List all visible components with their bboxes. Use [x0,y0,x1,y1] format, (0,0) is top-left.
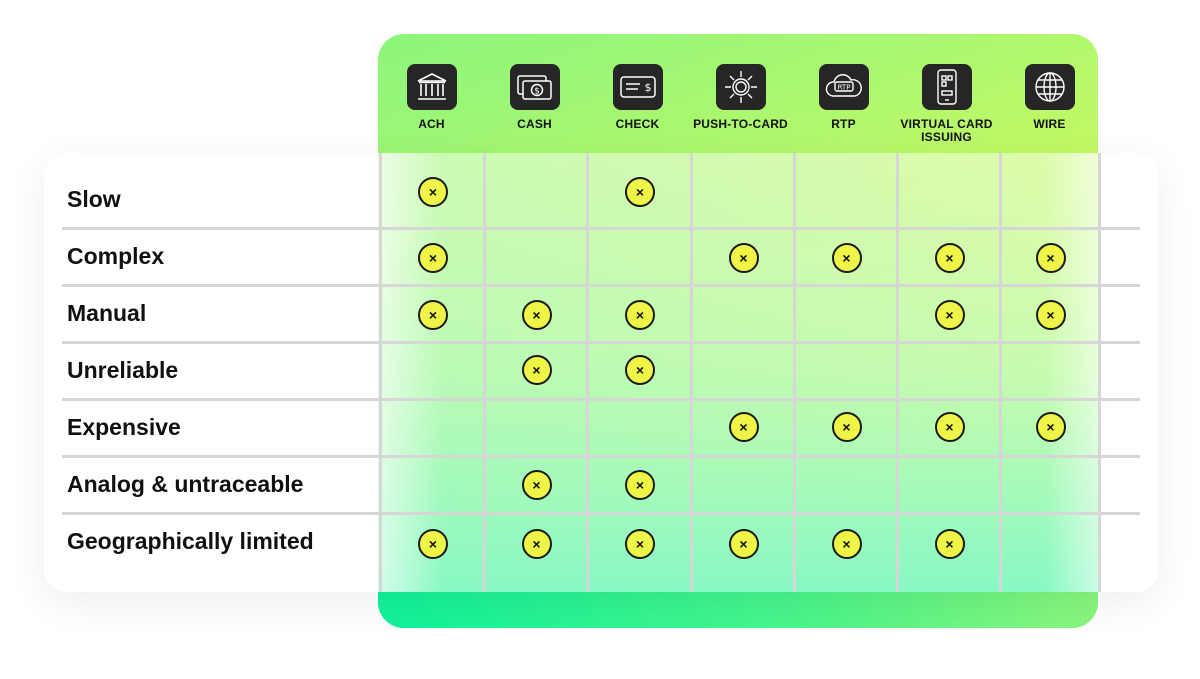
x-mark-icon: × [934,529,965,559]
row-label: Geographically limited [67,528,314,554]
check-icon: $ [612,64,663,110]
column-label: VIRTUAL CARD ISSUING [900,117,993,144]
column-divider [586,153,589,592]
x-mark-icon: × [728,243,759,273]
column-wire: WIRE [998,64,1101,131]
column-divider [690,153,693,592]
cash-icon: $ [509,64,560,110]
x-mark-icon: × [521,529,552,559]
column-divider [1098,153,1101,592]
x-mark-icon: × [831,243,862,273]
column-headers: ACH $ CASH $ CHECK PUSH-TO-CARD RTP RTP … [378,34,1098,153]
x-mark-icon: × [418,243,448,273]
row-label: Analog & untraceable [67,471,304,497]
column-divider [896,153,899,592]
x-mark-icon: × [625,529,655,559]
x-mark-icon: × [934,412,965,442]
column-ach: ACH [380,64,483,131]
comparison-table-card [44,153,1158,592]
row-divider [62,455,1140,458]
row-label: Complex [67,243,165,269]
x-mark-icon: × [831,412,862,442]
x-mark-icon: × [934,243,965,273]
column-label: CASH [517,117,552,131]
column-label: WIRE [1033,117,1066,131]
x-mark-icon: × [728,529,759,559]
x-mark-icon: × [521,355,552,385]
row-divider [62,398,1140,401]
row-label: Slow [67,186,121,212]
column-label: CHECK [615,117,660,131]
column-cash: $ CASH [483,64,586,131]
column-virtual-card-issuing: VIRTUAL CARD ISSUING [895,64,998,144]
column-label: ACH [418,117,445,131]
x-mark-icon: × [728,412,759,442]
x-mark-icon: × [934,300,965,330]
rtp-cloud-icon: RTP [818,64,869,110]
column-check: $ CHECK [586,64,689,131]
svg-text:$: $ [534,87,540,97]
row-divider [62,341,1140,344]
row-divider [62,512,1140,515]
row-label: Expensive [67,414,181,440]
x-mark-icon: × [418,529,448,559]
x-mark-icon: × [1035,300,1066,330]
x-mark-icon: × [625,300,655,330]
row-divider [62,284,1140,287]
virtual-card-phone-icon [921,64,972,110]
x-mark-icon: × [625,355,655,385]
x-mark-icon: × [831,529,862,559]
column-rtp: RTP RTP [792,64,895,131]
row-divider [62,227,1140,230]
svg-text:RTP: RTP [837,84,850,92]
column-push-to-card: PUSH-TO-CARD [689,64,792,131]
column-divider [793,153,796,592]
x-mark-icon: × [1035,243,1066,273]
x-mark-icon: × [418,177,448,207]
column-divider [999,153,1002,592]
row-label: Unreliable [67,357,179,383]
column-label: PUSH-TO-CARD [693,117,788,131]
x-mark-icon: × [521,470,552,500]
push-to-card-icon [715,64,766,110]
bank-icon [406,64,457,110]
x-mark-icon: × [625,470,655,500]
column-divider [483,153,486,592]
x-mark-icon: × [625,177,655,207]
x-mark-icon: × [418,300,448,330]
row-label: Manual [67,300,147,326]
column-label: RTP [831,117,856,131]
globe-icon [1024,64,1075,110]
x-mark-icon: × [1035,412,1066,442]
x-mark-icon: × [521,300,552,330]
panel-bottom-strip [378,592,1098,628]
svg-text:$: $ [644,81,651,94]
column-divider [379,153,382,592]
